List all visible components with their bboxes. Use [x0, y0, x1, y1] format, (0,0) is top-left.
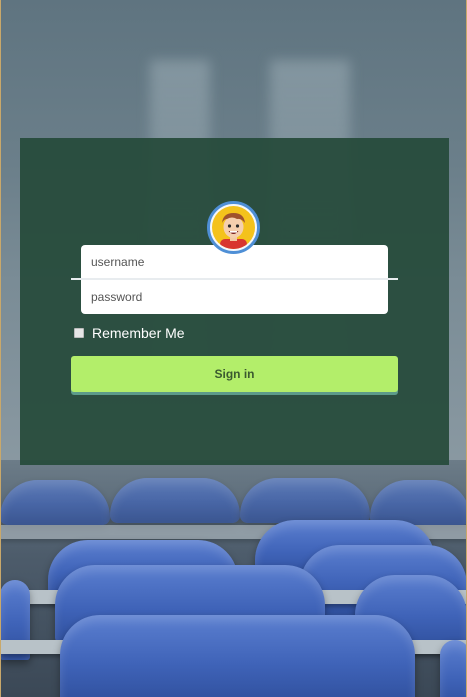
remember-me-label: Remember Me: [92, 325, 185, 341]
input-divider: [71, 278, 398, 280]
background-seat: [440, 640, 467, 697]
background-seat: [0, 480, 110, 525]
background-seat: [110, 478, 240, 523]
background-seat: [370, 480, 467, 525]
background-seat: [240, 478, 370, 523]
cartoon-boy-avatar-icon: [212, 206, 255, 249]
password-input[interactable]: [81, 280, 388, 314]
remember-me-checkbox[interactable]: [74, 328, 84, 338]
background-seat: [60, 615, 415, 697]
avatar: [207, 201, 260, 254]
sign-in-button[interactable]: Sign in: [71, 356, 398, 392]
frame-border: [0, 0, 1, 697]
remember-me[interactable]: Remember Me: [74, 325, 185, 341]
